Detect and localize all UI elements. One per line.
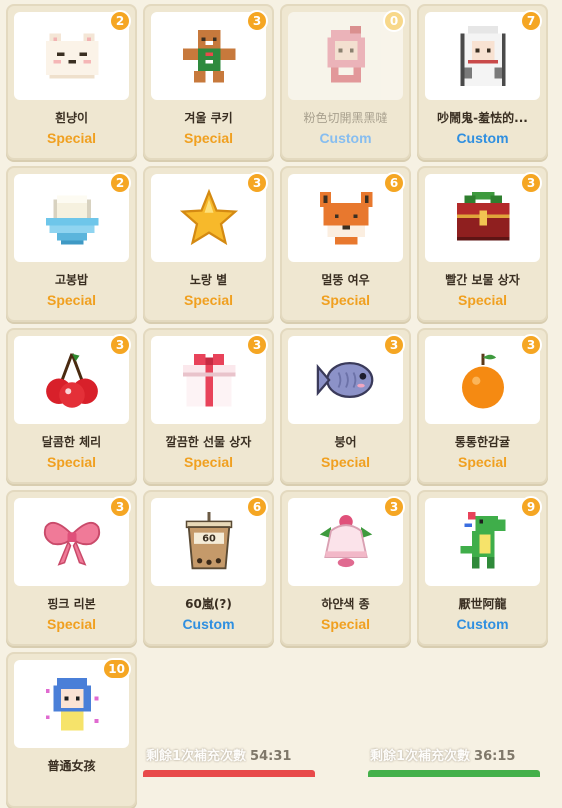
item-tag: Special [320,292,371,308]
refill-timer-left: 剩餘1次補充次數 54:31 [146,745,291,765]
pink-girl-icon [326,26,365,83]
count-badge: 2 [109,172,131,194]
item-card-ghost-girl[interactable]: 7 吵鬧鬼-羞怯的... Custom [417,4,548,160]
blue-hair-girl-icon [45,677,98,731]
dinosaur-icon [460,512,505,569]
gift-box-icon [182,353,235,407]
item-tag: Special [183,292,234,308]
item-name: 60嵐(?) [185,597,232,611]
count-badge: 3 [246,10,268,32]
count-badge: 6 [246,496,268,518]
cherry-icon [45,353,98,408]
milk-tea-icon: 60 [185,512,232,570]
item-tag: Special [46,130,97,146]
item-card-dinosaur[interactable]: 9 厭世阿龍 Custom [417,490,548,646]
item-tag: Custom [182,616,235,632]
count-badge: 7 [520,10,542,32]
item-tag: Custom [456,616,509,632]
item-grid: 2 흰냥이 Special 3 겨울 쿠키 Special 0 粉色切開黑黑噠 … [6,4,548,808]
refill-timer-right: 剩餘1次補充次數 36:15 [370,745,515,765]
count-badge: 2 [109,10,131,32]
tangerine-icon [461,353,504,409]
count-badge: 3 [520,172,542,194]
item-card-star[interactable]: 3 노랑 별 Special [143,166,274,322]
pink-ribbon-icon [43,521,100,566]
fox-icon [319,191,372,245]
item-card-white-bell[interactable]: 3 하얀색 종 Special [280,490,411,646]
item-card-fish-bread[interactable]: 3 붕어 Special [280,328,411,484]
item-card-milk-tea[interactable]: 60 6 60嵐(?) Custom [143,490,274,646]
item-name: 吵鬧鬼-羞怯的... [437,111,528,125]
item-card-cherry[interactable]: 3 달콤한 체리 Special [6,328,137,484]
fish-bread-icon [316,362,373,398]
count-badge: 3 [246,172,268,194]
refill-countdown: 36:15 [474,749,516,764]
item-name: 겨울 쿠키 [184,111,233,125]
count-badge: 3 [109,334,131,356]
item-card-gift-box[interactable]: 3 깔끔한 선물 상자 Special [143,328,274,484]
item-tag: Special [46,616,97,632]
item-name: 고봉밥 [54,273,89,287]
item-tag: Special [183,454,234,470]
count-badge: 3 [520,334,542,356]
item-tag: Special [46,454,97,470]
item-card-treasure-chest[interactable]: 3 빨간 보물 상자 Special [417,166,548,322]
item-name: 하얀색 종 [321,597,370,611]
item-tag: Special [183,130,234,146]
left-action-bar[interactable] [143,770,315,777]
treasure-chest-icon [456,191,509,241]
item-card-pink-girl[interactable]: 0 粉色切開黑黑噠 Custom [280,4,411,160]
item-name: 빨간 보물 상자 [445,273,520,287]
count-badge: 9 [520,496,542,518]
count-badge: 0 [383,10,405,32]
item-name: 멀뚱 여우 [321,273,370,287]
count-badge: 10 [102,658,131,680]
item-tag: Custom [319,130,372,146]
gingerbread-icon [182,29,235,83]
item-name: 厭世阿龍 [458,597,507,611]
star-icon [179,188,238,246]
item-card-fox[interactable]: 6 멀뚱 여우 Special [280,166,411,322]
item-tag: Special [320,616,371,632]
count-badge: 3 [109,496,131,518]
item-tag: Custom [456,130,509,146]
item-card-tangerine[interactable]: 3 통통한감귤 Special [417,328,548,484]
item-name: 깔끔한 선물 상자 [165,435,252,449]
item-tag: Special [46,292,97,308]
rice-bowl-icon [45,195,98,245]
item-card-cat[interactable]: 2 흰냥이 Special [6,4,137,160]
count-badge: 3 [383,496,405,518]
item-name: 통통한감귤 [454,435,511,449]
item-card-pink-ribbon[interactable]: 3 핑크 리본 Special [6,490,137,646]
item-card-gingerbread[interactable]: 3 겨울 쿠키 Special [143,4,274,160]
count-badge: 3 [383,334,405,356]
count-badge: 6 [383,172,405,194]
item-name: 핑크 리본 [47,597,96,611]
item-card-blue-hair-girl[interactable]: 10 普通女孩 [6,652,137,808]
refill-label: 剩餘1次補充次數 [370,749,471,764]
ghost-girl-icon [460,26,505,86]
item-name: 노랑 별 [189,273,228,287]
item-tag: Special [320,454,371,470]
white-bell-icon [319,515,372,568]
item-name: 普通女孩 [47,759,96,773]
right-action-bar[interactable] [368,770,540,777]
svg-text:60: 60 [202,534,216,545]
refill-countdown: 54:31 [250,749,292,764]
item-name: 粉色切開黑黑噠 [303,111,388,125]
count-badge: 3 [246,334,268,356]
item-card-rice-bowl[interactable]: 2 고봉밥 Special [6,166,137,322]
cat-icon [45,33,98,79]
item-name: 흰냥이 [54,111,89,125]
item-name: 붕어 [334,435,357,449]
item-tag: Special [457,454,508,470]
refill-label: 剩餘1次補充次數 [146,749,247,764]
item-tag: Special [457,292,508,308]
item-name: 달콤한 체리 [41,435,102,449]
